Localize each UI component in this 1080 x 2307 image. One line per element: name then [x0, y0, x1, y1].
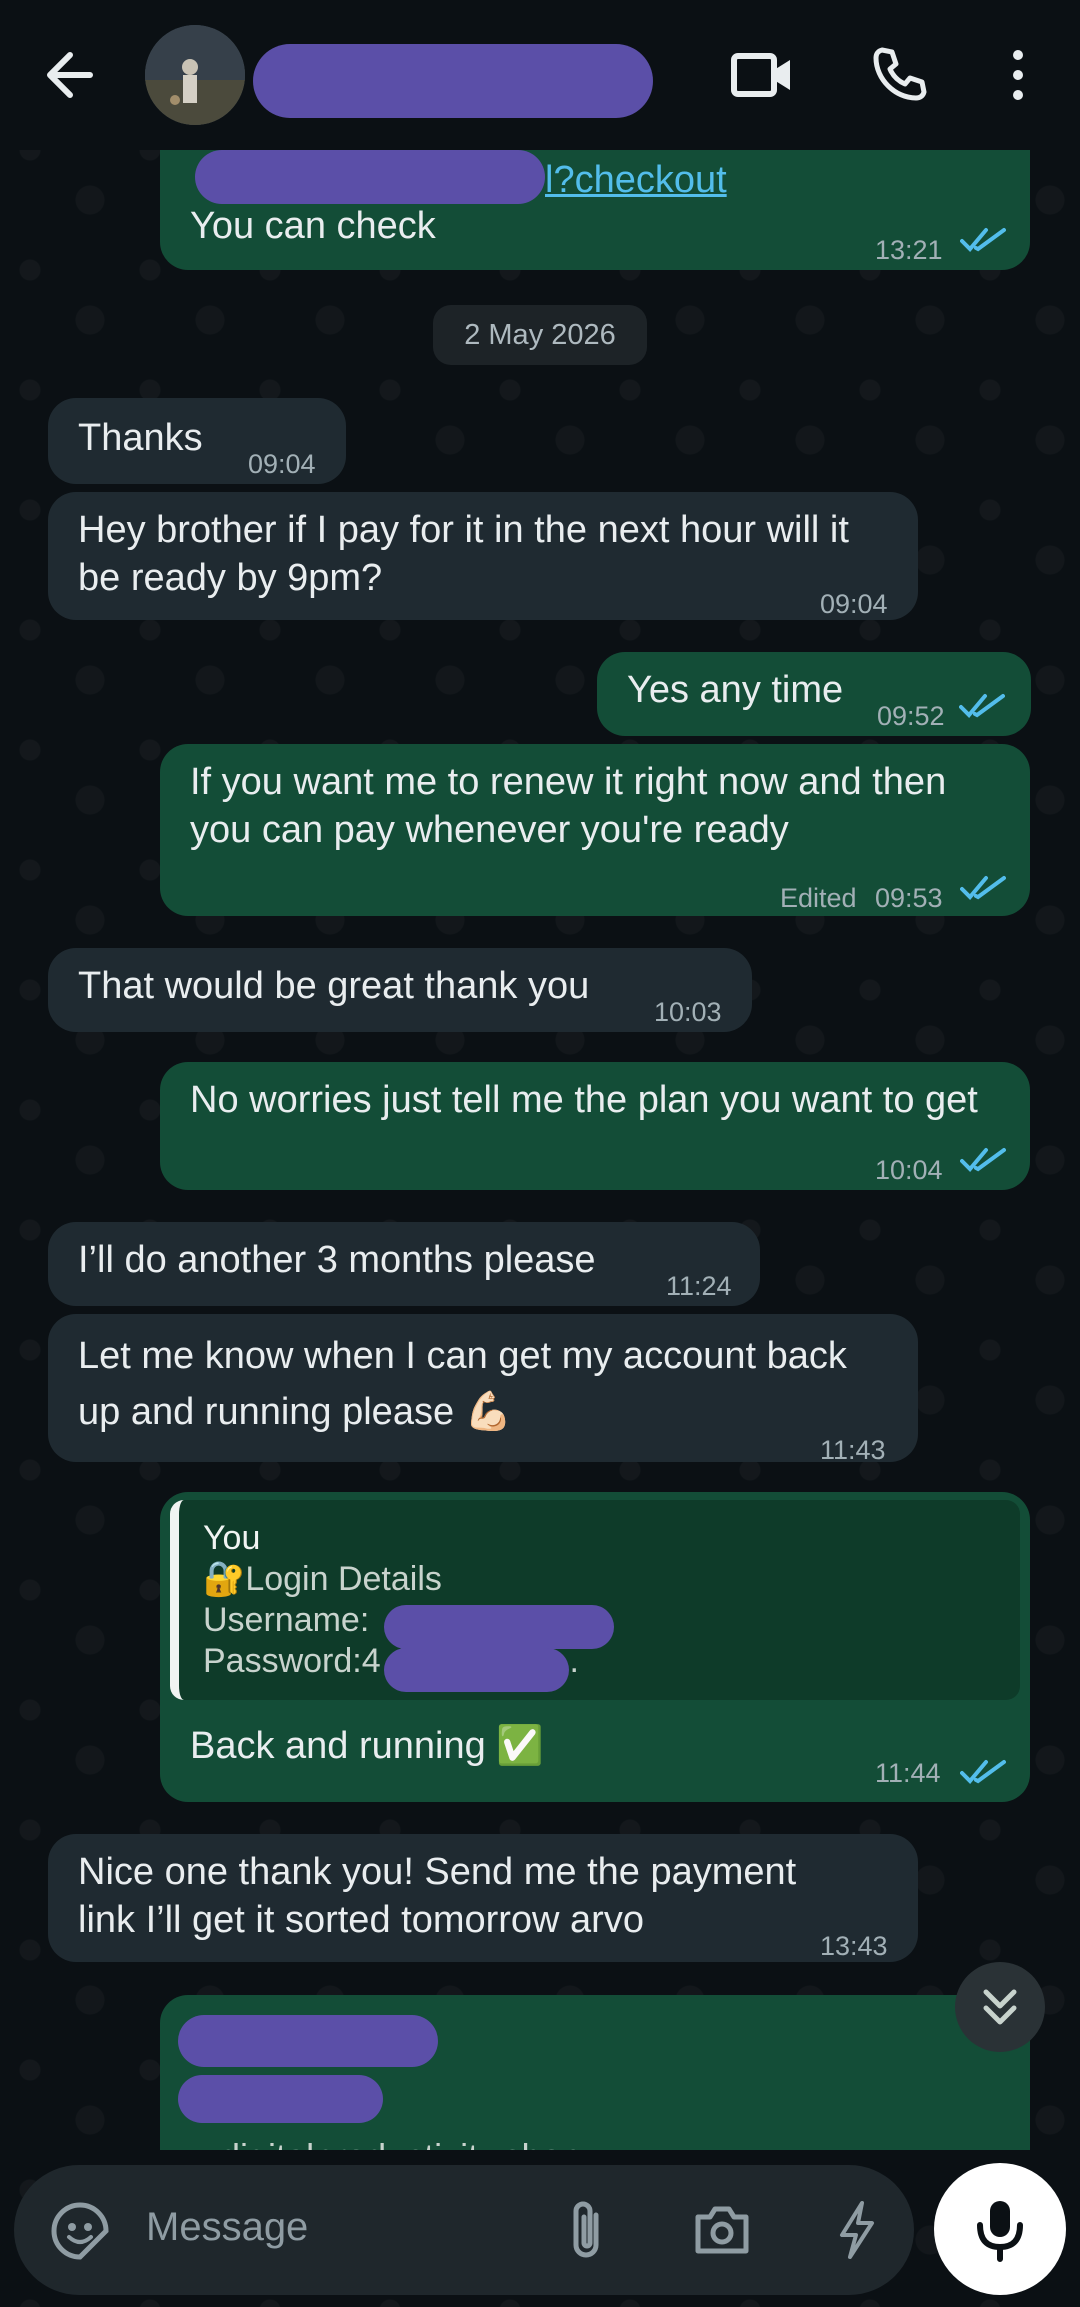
message-time: 11:24	[666, 1271, 732, 1301]
message-bubble-incoming[interactable]: Nice one thank you! Send me the payment …	[48, 1834, 918, 1962]
message-time: 09:04	[248, 449, 316, 479]
chat-header	[0, 0, 1080, 150]
message-bubble-incoming[interactable]: That would be great thank you 10:03	[48, 948, 752, 1032]
message-text: Back and running ✅	[190, 1725, 544, 1767]
attach-icon[interactable]	[566, 2199, 606, 2263]
voice-message-button[interactable]	[934, 2163, 1066, 2295]
message-text: I’ll do another 3 months please	[78, 1239, 596, 1281]
username-redaction	[384, 1605, 614, 1649]
link-redaction	[195, 150, 545, 204]
quote-line-text: Password:4	[203, 1642, 381, 1680]
quoted-message[interactable]: You 🔐Login Details Username: Password:4.…	[170, 1500, 1020, 1700]
message-time: 09:52	[877, 701, 945, 731]
camera-icon[interactable]	[692, 2203, 752, 2257]
message-bubble-incoming[interactable]: I’ll do another 3 months please 11:24	[48, 1222, 760, 1306]
message-bubble-incoming[interactable]: Thanks 09:04	[48, 398, 346, 484]
password-redaction	[384, 1648, 569, 1692]
quote-line: 🔐Login Details	[203, 1560, 442, 1598]
read-receipt-icon	[960, 876, 1006, 900]
edited-label: Edited	[780, 883, 857, 913]
message-text: You can check	[190, 205, 436, 247]
message-bubble-incoming[interactable]: Hey brother if I pay for it in the next …	[48, 492, 918, 620]
read-receipt-icon	[960, 1760, 1006, 1784]
read-receipt-icon	[959, 694, 1005, 718]
message-bubble-outgoing[interactable]: No worries just tell me the plan you wan…	[160, 1062, 1030, 1190]
message-link[interactable]: l?checkout	[545, 156, 727, 204]
message-text: Nice one thank you! Send me the payment …	[78, 1851, 797, 1941]
video-call-icon[interactable]	[730, 48, 794, 102]
message-text: Hey brother if I pay for it in the next …	[78, 509, 849, 599]
sticker-emoji-icon[interactable]	[50, 2201, 110, 2261]
message-time: 10:03	[654, 997, 722, 1027]
back-arrow-icon[interactable]	[40, 45, 100, 105]
read-receipt-icon	[960, 228, 1006, 252]
message-bubble-outgoing[interactable]: digitalproductivity.shop	[160, 1995, 1030, 2150]
message-composer[interactable]: Message	[14, 2165, 914, 2295]
message-bubble-outgoing[interactable]: Yes any time 09:52	[597, 652, 1031, 736]
message-time: 10:04	[875, 1155, 943, 1185]
message-time: 11:44	[875, 1758, 941, 1788]
link-preview-domain[interactable]: digitalproductivity.shop	[220, 2133, 582, 2150]
microphone-icon	[977, 2201, 1023, 2262]
message-text: No worries just tell me the plan you wan…	[190, 1079, 978, 1121]
quick-reply-bolt-icon[interactable]	[834, 2199, 878, 2261]
quote-author: You	[203, 1519, 261, 1557]
message-bubble-outgoing[interactable]: If you want me to renew it right now and…	[160, 744, 1030, 916]
message-text: That would be great thank you	[78, 965, 590, 1007]
message-time: 09:53	[875, 883, 943, 913]
message-time: 11:43	[820, 1435, 886, 1465]
message-text: If you want me to renew it right now and…	[190, 761, 947, 851]
message-redaction	[178, 2015, 438, 2067]
message-bubble-incoming[interactable]: Let me know when I can get my account ba…	[48, 1314, 918, 1465]
phone-call-icon[interactable]	[870, 44, 930, 104]
message-input[interactable]: Message	[146, 2205, 308, 2250]
message-redaction	[178, 2075, 383, 2123]
contact-name-redaction[interactable]	[253, 44, 653, 118]
message-text: Thanks	[78, 417, 203, 459]
double-chevron-down-icon	[983, 1989, 1017, 2025]
read-receipt-icon	[960, 1148, 1006, 1172]
contact-avatar[interactable]	[145, 25, 245, 125]
date-separator: 2 May 2026	[433, 305, 647, 365]
message-time: 13:21	[875, 235, 943, 265]
message-time: 13:43	[820, 1931, 888, 1961]
message-time: 09:04	[820, 589, 888, 619]
scroll-to-bottom-button[interactable]	[955, 1962, 1045, 2052]
message-text: Let me know when I can get my account ba…	[78, 1335, 847, 1433]
message-bubble-outgoing[interactable]: l?checkout You can check 13:21	[160, 150, 1030, 270]
message-text: Yes any time	[627, 669, 844, 711]
more-options-icon[interactable]	[998, 45, 1038, 105]
